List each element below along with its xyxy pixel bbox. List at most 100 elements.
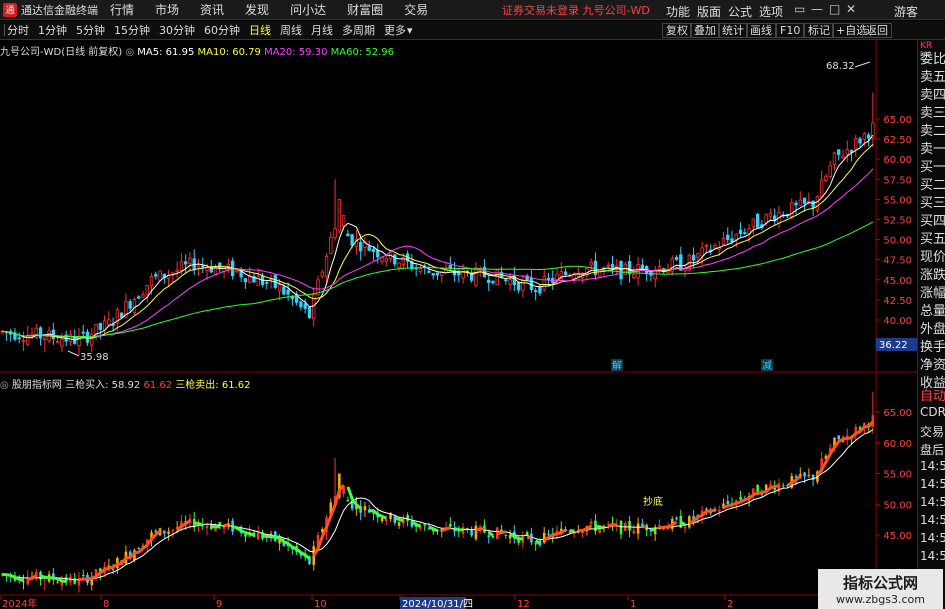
- ind-bar: [397, 522, 401, 526]
- candle-body: [435, 272, 440, 276]
- candle-body: [598, 269, 602, 278]
- indicator-toggle-icon[interactable]: ◎: [0, 380, 9, 391]
- ind-up-trend: [578, 524, 593, 533]
- ind-signal-line: [2, 429, 874, 581]
- watermark: 指标公式网 www.zbgs3.com: [818, 569, 943, 609]
- candle-body: [828, 165, 832, 177]
- side-label: 卖二: [920, 124, 945, 139]
- side-label: 换手: [920, 340, 945, 355]
- candle-body: [734, 233, 738, 241]
- window-maximize-icon[interactable]: □: [829, 2, 840, 16]
- ind-bar: [406, 515, 409, 521]
- guest-user[interactable]: 游客: [894, 3, 918, 20]
- candle-body: [55, 341, 60, 343]
- candle-body: [145, 285, 149, 296]
- price-tick-label: 65.00: [883, 115, 912, 126]
- auto-label[interactable]: 自动: [920, 385, 945, 404]
- ind-bar: [171, 529, 175, 532]
- period-tab[interactable]: 更多: [384, 22, 406, 38]
- window-close-icon[interactable]: ✕: [846, 2, 856, 16]
- more-chevron-icon[interactable]: ▾: [407, 24, 413, 37]
- candle-body: [299, 301, 303, 308]
- app-name: 通达信金融终端: [21, 3, 98, 17]
- candle-body: [431, 273, 435, 276]
- candle-body: [674, 256, 679, 260]
- menu-ask[interactable]: 问小达: [290, 1, 326, 18]
- candle-body: [393, 254, 397, 265]
- menu-wealth[interactable]: 财富圈: [347, 1, 383, 18]
- draw-button[interactable]: 画线: [746, 23, 776, 38]
- ind-up-trend: [78, 529, 162, 581]
- stats-button[interactable]: 统计: [718, 23, 748, 38]
- candle-body: [743, 232, 747, 234]
- candle-body: [243, 278, 248, 283]
- price-tick-label: 62.50: [883, 135, 912, 146]
- time-tick-label: 10: [314, 599, 327, 609]
- period-tab[interactable]: 分时: [7, 22, 29, 38]
- ind-bar: [534, 543, 537, 545]
- candle-body: [657, 266, 662, 271]
- menu-options[interactable]: 选项: [759, 3, 783, 20]
- ind-tick-label: 55.00: [883, 470, 912, 481]
- ind-bar: [56, 582, 59, 584]
- candle-body: [837, 149, 841, 155]
- ind-up-trend: [722, 484, 780, 510]
- ma-legend: 九号公司-WD(日线 前复权) ◎ MA5: 61.95 MA10: 60.79…: [0, 43, 394, 58]
- menu-layout[interactable]: 版面: [697, 3, 721, 20]
- candle-body: [188, 257, 192, 264]
- menu-formula[interactable]: 公式: [728, 3, 752, 20]
- ind-bar: [256, 532, 260, 540]
- period-tab[interactable]: 5分钟: [76, 22, 105, 38]
- menu-function[interactable]: 功能: [666, 3, 690, 20]
- period-tab[interactable]: 多周期: [342, 22, 375, 38]
- candle-body: [815, 196, 820, 211]
- candle-body: [346, 233, 350, 237]
- legend-toggle-icon[interactable]: ◎: [125, 47, 134, 58]
- window-restore-icon[interactable]: ▭: [794, 2, 805, 16]
- menu-discover[interactable]: 发现: [245, 1, 269, 18]
- candle-body: [691, 254, 696, 261]
- adjust-button[interactable]: 复权: [662, 23, 692, 38]
- menu-market[interactable]: 市场: [155, 1, 179, 18]
- candle-body: [179, 261, 184, 271]
- ind-tick-label: 45.00: [883, 531, 912, 542]
- ind-bar: [81, 575, 85, 577]
- mark-button[interactable]: 标记: [804, 23, 834, 38]
- ind-up-trend: [176, 519, 191, 531]
- candle-body: [751, 218, 756, 227]
- side-label: 买一: [920, 160, 945, 175]
- period-tab[interactable]: 60分钟: [204, 22, 240, 38]
- ind-tick-label: 50.00: [883, 500, 912, 511]
- ind-tick-label: 65.00: [883, 408, 912, 419]
- candle-body: [397, 262, 401, 269]
- menu-news[interactable]: 资讯: [200, 1, 224, 18]
- kline-chart[interactable]: 65.00 62.50 60.00 57.50 55.00 52.50 50.00 47.50…: [0, 40, 917, 609]
- f10-button[interactable]: F10: [776, 23, 805, 38]
- menu-market-quotes[interactable]: 行情: [110, 1, 134, 18]
- side-label: 卖五: [920, 70, 945, 85]
- candle-body: [418, 268, 423, 273]
- candle-body: [341, 215, 346, 227]
- indicator-name: 股朋指标网: [11, 380, 62, 391]
- period-tab[interactable]: 1分钟: [38, 22, 67, 38]
- overlay-button[interactable]: 叠加: [690, 23, 720, 38]
- period-tab-active[interactable]: 日线: [249, 22, 271, 38]
- ind-down-trend: [428, 525, 439, 533]
- menu-trade[interactable]: 交易: [404, 1, 428, 18]
- side-lower-label: 14:56: [920, 531, 945, 545]
- period-tab[interactable]: 30分钟: [159, 22, 195, 38]
- period-tab[interactable]: 周线: [280, 22, 302, 38]
- period-tab[interactable]: 15分钟: [114, 22, 150, 38]
- ind-down-trend: [487, 530, 494, 537]
- candle-body: [841, 155, 845, 159]
- period-tab[interactable]: 月线: [311, 22, 333, 38]
- candle-body: [704, 245, 709, 247]
- candle-body: [721, 238, 726, 246]
- candle-body: [21, 340, 26, 343]
- candle-body: [794, 202, 798, 206]
- back-button[interactable]: 返回: [862, 23, 892, 38]
- price-tick-label: 45.00: [883, 276, 912, 287]
- window-minimize-icon[interactable]: —: [811, 2, 823, 16]
- side-lower-label: 14:56: [920, 495, 945, 509]
- event-marker: 减: [762, 360, 772, 372]
